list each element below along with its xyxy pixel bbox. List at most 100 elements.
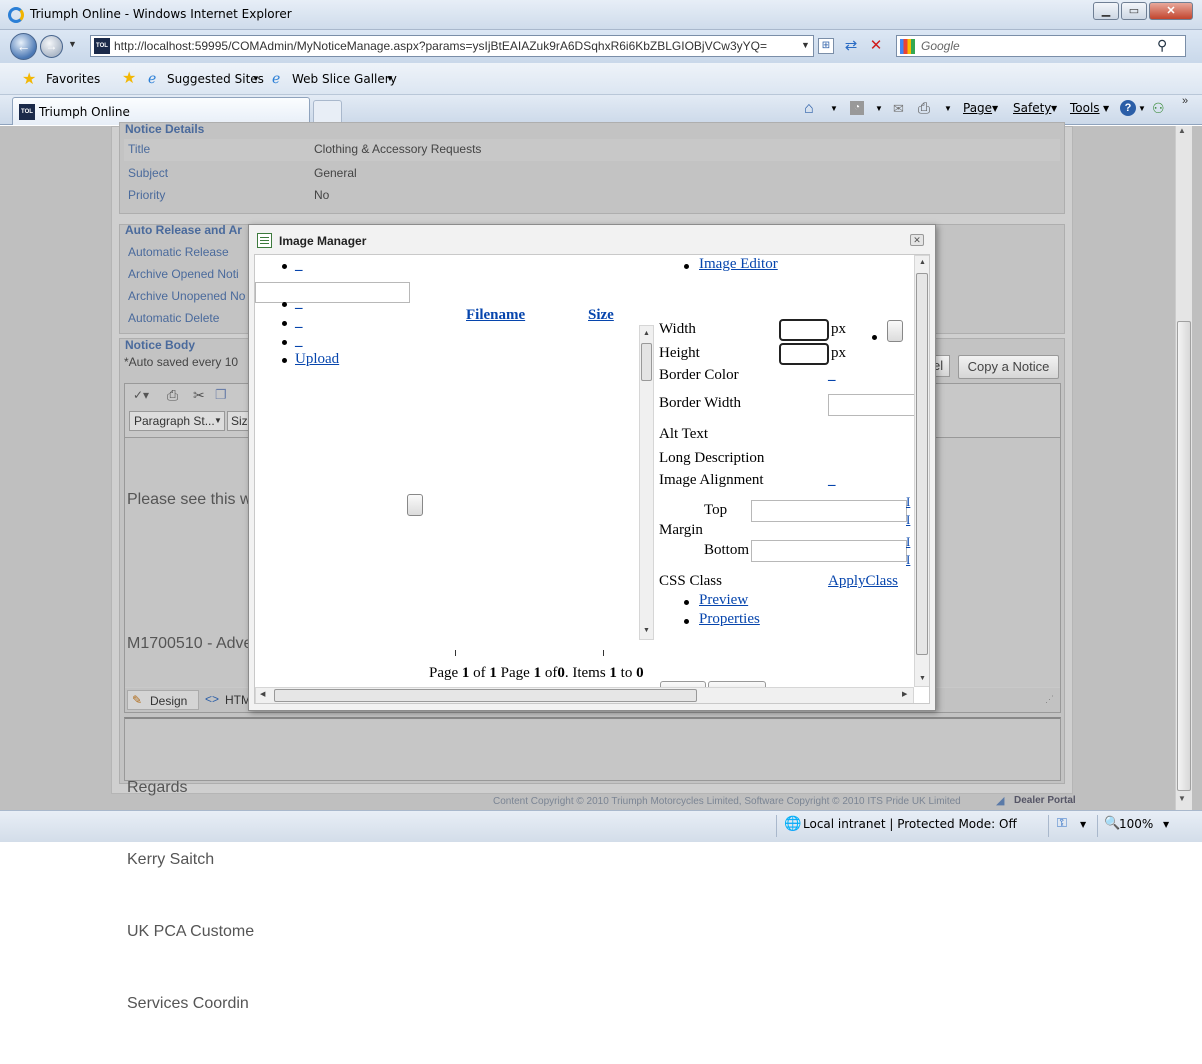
scroll-down-arrow[interactable]: ▼	[1178, 794, 1186, 803]
toolbar-link[interactable]: _	[295, 314, 303, 331]
margin-top-spin[interactable]: I	[906, 494, 910, 510]
filename-column-header[interactable]: Filename	[466, 307, 525, 324]
margin-bottom-spin[interactable]: I	[906, 552, 910, 568]
safety-menu[interactable]: Safety ▼	[1013, 100, 1061, 120]
height-input[interactable]	[779, 343, 829, 365]
chevron-down-icon[interactable]: ▼	[1163, 820, 1169, 829]
maximize-button[interactable]: ▭	[1121, 2, 1147, 20]
pager: Page 1 of 1 Page 1 of0. Items 1 to 0	[429, 665, 644, 682]
search-input[interactable]: Google	[921, 39, 960, 53]
toolbar-link[interactable]: _	[295, 333, 303, 350]
refresh-icon[interactable]: ⇄	[842, 37, 860, 55]
scroll-right-arrow[interactable]: ▶	[902, 690, 907, 698]
history-dropdown-icon[interactable]: ▼	[68, 39, 77, 49]
scroll-up-arrow[interactable]: ▲	[919, 258, 926, 266]
resize-grip-icon[interactable]: ⋰	[1045, 694, 1054, 705]
zoom-level[interactable]: 100%	[1119, 817, 1153, 831]
search-box[interactable]: Google ⚲	[896, 35, 1186, 57]
protected-mode-icon[interactable]: ⚿	[1057, 816, 1067, 831]
splitter-handle[interactable]	[407, 494, 423, 516]
dialog-horizontal-scrollbar[interactable]: ◀ ▶	[255, 687, 914, 703]
list-bullet	[684, 600, 689, 605]
pencil-icon: ✎	[132, 693, 143, 707]
grid-tick	[603, 650, 604, 656]
forward-button[interactable]: →	[40, 35, 63, 58]
scroll-thumb[interactable]	[274, 689, 697, 702]
cut-icon[interactable]: ✂	[193, 387, 205, 404]
properties-scrollbar[interactable]: ▲ ▼	[639, 325, 654, 640]
scroll-thumb[interactable]	[641, 343, 652, 381]
back-button[interactable]: ←	[10, 33, 37, 60]
scroll-up-arrow[interactable]: ▲	[1178, 126, 1186, 135]
upload-link[interactable]: Upload	[295, 351, 339, 368]
compatibility-view-icon[interactable]: ⊞	[818, 38, 834, 54]
border-color-picker[interactable]: _	[828, 367, 836, 384]
print-icon[interactable]: ⎙	[167, 387, 178, 404]
properties-link[interactable]: Properties	[699, 611, 760, 628]
apply-class-link[interactable]: ApplyClass	[828, 573, 898, 590]
minimize-button[interactable]: ▁	[1093, 2, 1119, 20]
toolbar-link[interactable]: _	[295, 257, 303, 274]
print-icon[interactable]: ⎙	[918, 100, 930, 117]
search-icon[interactable]: ⚲	[1157, 37, 1167, 54]
read-mail-icon[interactable]: ✉	[893, 101, 904, 117]
page-menu[interactable]: Page ▼	[963, 100, 1003, 120]
address-input[interactable]: http://localhost:59995/COMAdmin/MyNotice…	[114, 39, 767, 53]
favorites-star-icon: ★	[22, 71, 37, 88]
add-favorite-icon[interactable]: ★	[122, 68, 136, 88]
copy-icon[interactable]: ❐	[215, 387, 227, 403]
html-tab[interactable]: <> HTM	[203, 690, 253, 710]
scroll-left-arrow[interactable]: ◀	[260, 690, 265, 698]
width-input[interactable]	[779, 319, 829, 341]
margin-top-input[interactable]	[751, 500, 907, 522]
new-tab-button[interactable]	[313, 100, 342, 124]
dialog-vertical-scrollbar[interactable]: ▲ ▼	[914, 255, 929, 687]
scroll-down-arrow[interactable]: ▼	[919, 674, 926, 682]
design-tab[interactable]: ✎ Design	[127, 690, 199, 710]
preview-link[interactable]: Preview	[699, 592, 748, 609]
address-dropdown-icon[interactable]: ▼	[801, 40, 810, 50]
rss-feed-icon[interactable]: ◔	[850, 101, 864, 115]
image-editor-link[interactable]: Image Editor	[699, 256, 778, 273]
margin-bottom-spin[interactable]: I	[906, 534, 910, 550]
border-width-input[interactable]	[828, 394, 918, 416]
constrain-proportions-button[interactable]	[887, 320, 903, 342]
suggested-sites-button[interactable]: ℯ Suggested Sites ▼	[146, 67, 264, 91]
editor-footer-box	[124, 717, 1061, 781]
web-slice-gallery-button[interactable]: ℯ Web Slice Gallery ▼	[272, 67, 398, 91]
priority-row: Priority No	[124, 185, 1060, 207]
dialog-close-icon[interactable]: ✕	[910, 234, 924, 246]
address-bar[interactable]: TOL http://localhost:59995/COMAdmin/MyNo…	[90, 35, 814, 57]
scroll-down-arrow[interactable]: ▼	[643, 626, 650, 634]
stop-icon[interactable]: ✕	[867, 37, 885, 55]
pager-text: Page	[500, 665, 530, 681]
margin-top-spin[interactable]: I	[906, 512, 910, 528]
favorites-button[interactable]: ★ Favorites	[16, 67, 102, 91]
margin-bottom-input[interactable]	[751, 540, 907, 562]
image-alignment-picker[interactable]: _	[828, 472, 836, 489]
close-button[interactable]: ✕	[1149, 2, 1193, 20]
home-icon[interactable]: ⌂	[804, 100, 814, 118]
security-zone-text[interactable]: Local intranet | Protected Mode: Off	[803, 817, 1017, 831]
chevron-down-icon[interactable]: ▼	[830, 104, 838, 113]
size-column-header[interactable]: Size	[588, 307, 614, 324]
chevron-down-icon[interactable]: ▼	[1138, 104, 1146, 113]
chevron-down-icon[interactable]: ▼	[944, 104, 952, 113]
toolbar-link[interactable]: _	[295, 295, 303, 312]
page-scrollbar[interactable]: ▲ ▼	[1175, 126, 1192, 810]
path-input[interactable]	[255, 282, 410, 303]
chevron-down-icon[interactable]: ▼	[875, 104, 883, 113]
tools-menu[interactable]: Tools ▼	[1070, 100, 1114, 120]
image-alignment-label: Image Alignment	[659, 472, 764, 488]
scroll-thumb[interactable]	[916, 273, 928, 655]
scroll-up-arrow[interactable]: ▲	[643, 329, 650, 337]
copy-notice-button[interactable]: Copy a Notice	[958, 355, 1059, 379]
chevron-down-icon[interactable]: ▼	[1080, 820, 1086, 829]
research-icon[interactable]: ⚇	[1152, 100, 1165, 117]
help-icon[interactable]: ?	[1120, 100, 1136, 116]
paragraph-style-select[interactable]: Paragraph St... ▼	[129, 411, 225, 431]
scroll-thumb[interactable]	[1177, 321, 1191, 791]
more-chevron-icon[interactable]: »	[1182, 95, 1188, 107]
spellcheck-icon[interactable]: ✓▾	[133, 388, 149, 402]
tab-triumph-online[interactable]: TOL Triumph Online	[12, 97, 310, 125]
